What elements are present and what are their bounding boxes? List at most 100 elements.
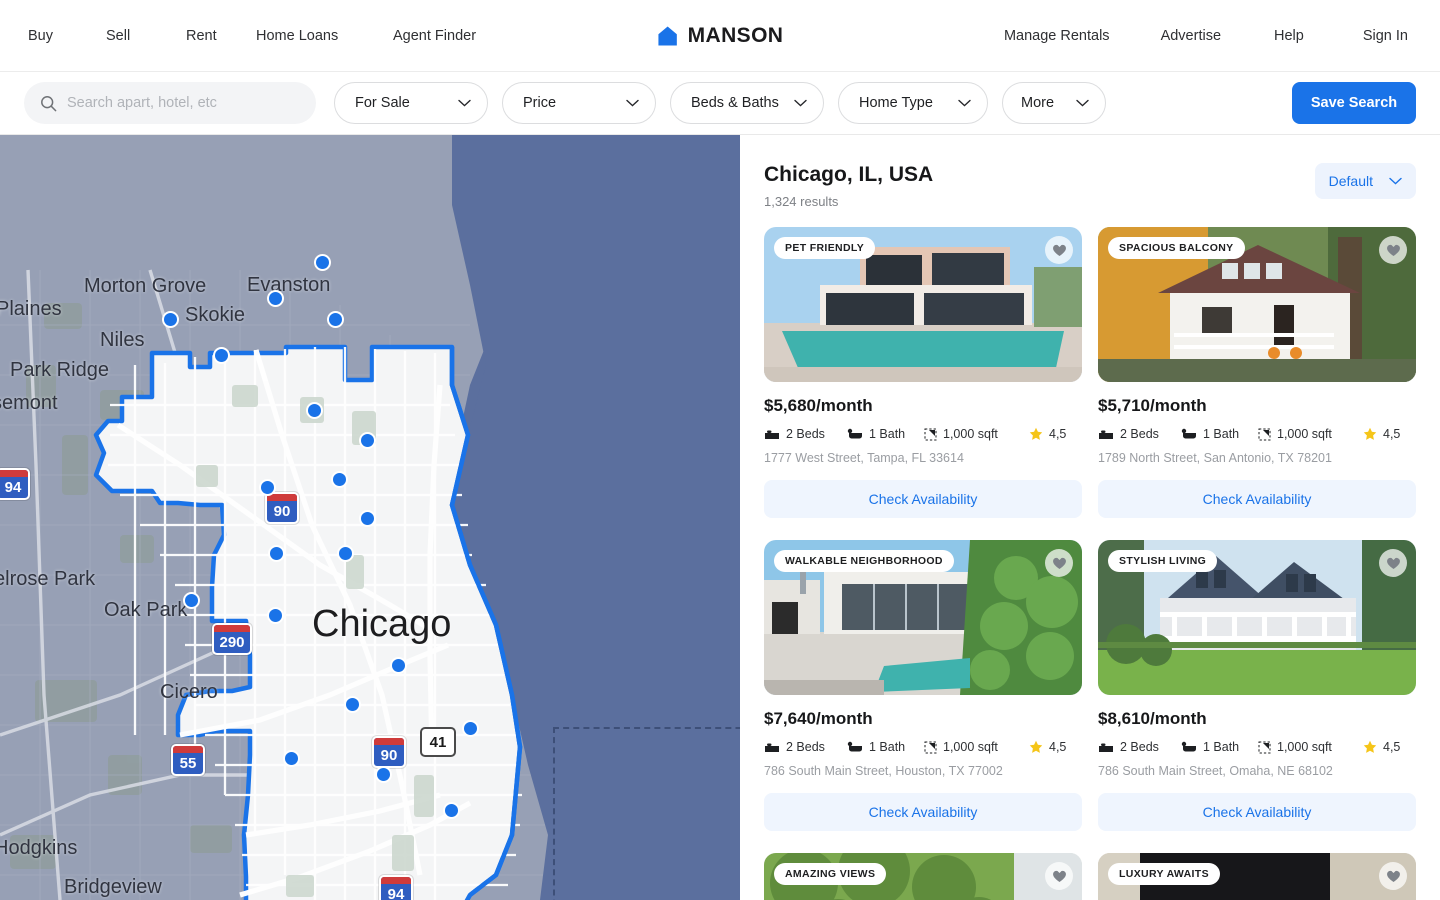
listing-image[interactable]: STYLISH LIVING <box>1098 540 1416 695</box>
map-pin[interactable] <box>267 607 284 624</box>
map-pin[interactable] <box>259 479 276 496</box>
listing-card[interactable]: PET FRIENDLY $5,680/month 2 Beds 1 Bath … <box>764 227 1082 518</box>
listing-specs: 2 Beds 1 Bath 1,000 sqft 4,5 <box>764 740 1082 754</box>
bed-icon <box>765 742 779 752</box>
map-label: Park Ridge <box>10 359 109 381</box>
check-availability-button[interactable]: Check Availability <box>764 480 1082 518</box>
area-icon <box>924 741 937 753</box>
favorite-heart-icon[interactable] <box>1045 549 1073 577</box>
listing-image[interactable]: LUXURY AWAITS <box>1098 853 1416 900</box>
save-search-button[interactable]: Save Search <box>1292 82 1416 124</box>
listing-address: 1777 West Street, Tampa, FL 33614 <box>764 451 964 465</box>
listing-badge: PET FRIENDLY <box>774 237 876 259</box>
spec-beds: 2 Beds <box>1098 427 1181 441</box>
map-pin[interactable] <box>213 347 230 364</box>
highway-shield-us-41: 41 <box>420 727 456 757</box>
listing-card[interactable]: LUXURY AWAITS <box>1098 853 1416 900</box>
secondary-nav-links: Manage Rentals Advertise Help Sign In <box>1004 28 1440 44</box>
spec-rating-label: 4,5 <box>1049 427 1067 441</box>
nav-link-help[interactable]: Help <box>1274 28 1304 44</box>
listing-address: 1789 North Street, San Antonio, TX 78201 <box>1098 451 1332 465</box>
spec-area: 1,000 sqft <box>1258 427 1363 441</box>
listing-image[interactable]: WALKABLE NEIGHBORHOOD <box>764 540 1082 695</box>
favorite-heart-icon[interactable] <box>1045 862 1073 890</box>
bed-icon <box>765 429 779 439</box>
map-pin[interactable] <box>375 766 392 783</box>
map-panel[interactable]: Morton Grove Evanston Plaines Skokie Nil… <box>0 135 740 900</box>
map-pin[interactable] <box>268 545 285 562</box>
nav-link-rent[interactable]: Rent <box>186 28 256 44</box>
filter-for-sale[interactable]: For Sale <box>334 82 488 124</box>
favorite-heart-icon[interactable] <box>1379 549 1407 577</box>
favorite-heart-icon[interactable] <box>1379 862 1407 890</box>
filter-price-label: Price <box>523 95 557 111</box>
map-pin[interactable] <box>314 254 331 271</box>
nav-link-manage-rentals[interactable]: Manage Rentals <box>1004 28 1110 44</box>
nav-link-home-loans[interactable]: Home Loans <box>256 28 393 44</box>
check-availability-button[interactable]: Check Availability <box>1098 480 1416 518</box>
listing-image[interactable]: PET FRIENDLY <box>764 227 1082 382</box>
sort-dropdown[interactable]: Default <box>1314 163 1416 199</box>
filter-more[interactable]: More <box>1002 82 1106 124</box>
search-box[interactable] <box>24 82 316 124</box>
map-pin[interactable] <box>462 720 479 737</box>
brand-logo[interactable]: MANSON <box>657 24 784 48</box>
map-pin[interactable] <box>359 432 376 449</box>
listing-card[interactable]: WALKABLE NEIGHBORHOOD $7,640/month 2 Bed… <box>764 540 1082 831</box>
favorite-heart-icon[interactable] <box>1045 236 1073 264</box>
nav-link-advertise[interactable]: Advertise <box>1161 28 1221 44</box>
map-pin[interactable] <box>443 802 460 819</box>
filter-beds-baths[interactable]: Beds & Baths <box>670 82 824 124</box>
map-pin[interactable] <box>283 750 300 767</box>
chevron-down-icon <box>458 99 471 107</box>
spec-rating: 4,5 <box>1363 427 1400 441</box>
search-input[interactable] <box>67 95 300 111</box>
nav-link-buy[interactable]: Buy <box>28 28 106 44</box>
bathtub-icon <box>847 741 862 752</box>
listing-card[interactable]: AMAZING VIEWS <box>764 853 1082 900</box>
map-pin[interactable] <box>390 657 407 674</box>
listing-image[interactable]: AMAZING VIEWS <box>764 853 1082 900</box>
spec-beds-label: 2 Beds <box>1120 740 1159 754</box>
shield-number: 94 <box>387 886 405 900</box>
map-pin[interactable] <box>306 402 323 419</box>
map-pin[interactable] <box>162 311 179 328</box>
map-pin[interactable] <box>337 545 354 562</box>
spec-beds: 2 Beds <box>1098 740 1181 754</box>
nav-link-sell[interactable]: Sell <box>106 28 186 44</box>
filter-home-type[interactable]: Home Type <box>838 82 988 124</box>
heart-icon <box>1052 244 1066 256</box>
listing-card[interactable]: SPACIOUS BALCONY $5,710/month 2 Beds 1 B… <box>1098 227 1416 518</box>
map-pin[interactable] <box>359 510 376 527</box>
search-icon <box>41 95 57 111</box>
brand-name: MANSON <box>687 23 784 47</box>
shield-cap <box>374 738 404 745</box>
shield-cap <box>173 746 203 753</box>
map-pin[interactable] <box>267 290 284 307</box>
map-label: Hodgkins <box>0 837 78 859</box>
filter-price[interactable]: Price <box>502 82 656 124</box>
spec-baths: 1 Bath <box>1181 427 1258 441</box>
check-availability-button[interactable]: Check Availability <box>764 793 1082 831</box>
nav-link-agent-finder[interactable]: Agent Finder <box>393 28 513 44</box>
map-pin[interactable] <box>331 471 348 488</box>
spec-beds-label: 2 Beds <box>1120 427 1159 441</box>
map-label: Bridgeview <box>64 876 162 898</box>
map-pin[interactable] <box>327 311 344 328</box>
spec-beds-label: 2 Beds <box>786 740 825 754</box>
check-availability-button[interactable]: Check Availability <box>1098 793 1416 831</box>
listing-card[interactable]: STYLISH LIVING $8,610/month 2 Beds 1 Bat… <box>1098 540 1416 831</box>
spec-rating-label: 4,5 <box>1383 427 1401 441</box>
filter-for-sale-label: For Sale <box>355 95 410 111</box>
shield-number: 90 <box>273 503 291 520</box>
listing-address: 786 South Main Street, Omaha, NE 68102 <box>1098 764 1333 778</box>
favorite-heart-icon[interactable] <box>1379 236 1407 264</box>
map-pin[interactable] <box>183 592 200 609</box>
map-pin[interactable] <box>344 696 361 713</box>
listing-image[interactable]: SPACIOUS BALCONY <box>1098 227 1416 382</box>
heart-icon <box>1386 244 1400 256</box>
chevron-down-icon <box>794 99 807 107</box>
shield-cap <box>214 625 250 632</box>
map-label: elrose Park <box>0 568 96 590</box>
nav-link-sign-in[interactable]: Sign In <box>1363 28 1408 44</box>
